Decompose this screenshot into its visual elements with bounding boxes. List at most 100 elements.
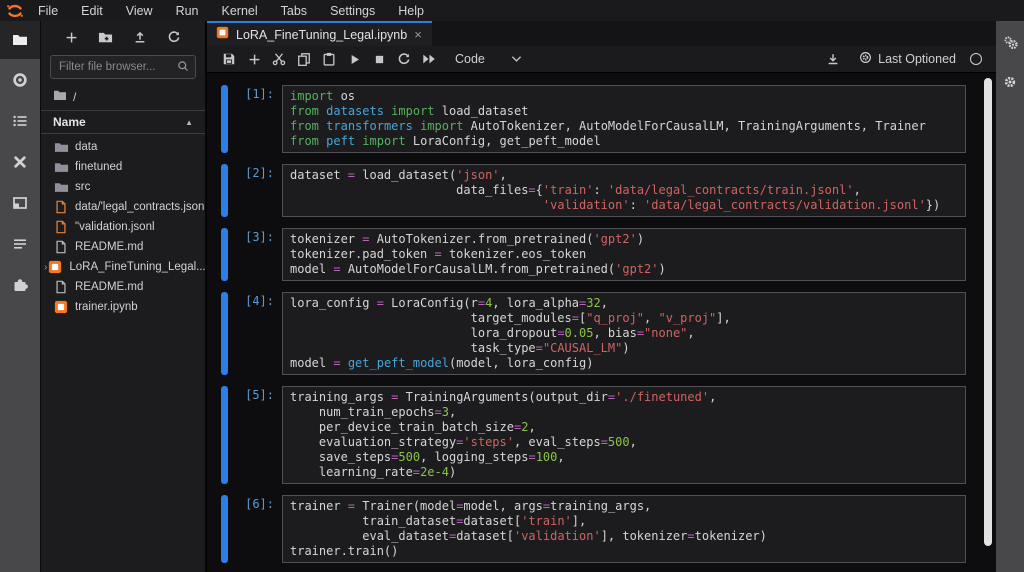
new-folder-button[interactable] [98,30,113,45]
filter-input[interactable] [50,55,196,79]
cell-editor[interactable]: trainer = Trainer(model=model, args=trai… [282,495,966,563]
menu-item-tabs[interactable]: Tabs [273,4,315,18]
code-cell: [4]: lora_config = LoraConfig(r=4, lora_a… [221,292,966,375]
notebook-tools-icon[interactable] [1003,35,1018,55]
run-cell-button[interactable] [342,53,366,66]
menu-item-help[interactable]: Help [390,4,432,18]
sort-ascending-icon: ▲ [185,117,193,127]
cell-editor[interactable]: tokenizer = AutoTokenizer.from_pretraine… [282,228,966,281]
cell-collapser[interactable] [221,85,228,153]
cell-editor[interactable]: dataset = load_dataset('json', data_file… [282,164,966,217]
cell-editor[interactable]: training_args = TrainingArguments(output… [282,386,966,484]
command-palette-icon[interactable] [0,100,40,141]
add-cell-button[interactable] [242,53,266,66]
file-item[interactable]: trainer.ipynb [41,297,205,317]
main-area: / Name ▲ data finetuned src data/'legal_con… [0,21,1024,572]
checkpoint-label: Last Optioned [878,52,956,66]
file-icon [53,239,69,255]
notebook-icon [47,259,63,275]
menu-item-view[interactable]: View [118,4,161,18]
cell-execution-prompt: [5]: [245,388,274,402]
cell-type-dropdown[interactable]: Code [455,52,522,66]
cell-type-value: Code [455,52,485,66]
menu-item-run[interactable]: Run [168,4,207,18]
cell-collapser[interactable] [221,164,228,217]
stop-kernel-button[interactable] [367,53,391,66]
file-name: LoRA_FineTuning_Legal.... [69,261,205,273]
file-name: README.md [75,241,144,253]
code-cell: [1]: import os from datasets import load_… [221,85,966,153]
close-tab-icon[interactable]: × [414,27,422,42]
breadcrumb-path: / [73,89,77,104]
download-button[interactable] [821,52,845,66]
file-name: README.md [75,281,144,293]
cell-collapser[interactable] [221,292,228,375]
checkpoint-status: Last Optioned [859,51,956,67]
folder-item[interactable]: finetuned [41,157,205,177]
folder-item[interactable]: src [41,177,205,197]
cut-cells-button[interactable] [267,52,291,66]
breadcrumb[interactable]: / [41,87,205,110]
code-cell: [5]: training_args = TrainingArguments(ou… [221,386,966,484]
name-column-header[interactable]: Name ▲ [41,110,205,134]
folder-icon [53,139,69,155]
paste-cells-button[interactable] [317,52,341,66]
upload-button[interactable] [133,30,147,44]
file-browser-panel: / Name ▲ data finetuned src data/'legal_con… [40,21,207,572]
cell-execution-prompt: [2]: [245,166,274,180]
file-item[interactable]: README.md [41,237,205,257]
file-name: trainer.ipynb [75,301,138,313]
kernel-status-icon[interactable] [970,53,982,65]
file-orange-icon [53,219,69,235]
notebook-tab[interactable]: LoRA_FineTuning_Legal.ipynb × [207,21,432,46]
notebook-file-icon [216,26,229,44]
save-button[interactable] [217,52,241,66]
table-of-contents-icon[interactable] [0,223,40,264]
folder-item[interactable]: data [41,137,205,157]
file-item[interactable]: › LoRA_FineTuning_Legal.... [41,257,205,277]
cell-collapser[interactable] [221,386,228,484]
name-column-label: Name [53,115,86,129]
code-cell: [3]: tokenizer = AutoTokenizer.from_pretr… [221,228,966,281]
property-inspector-icon[interactable] [0,141,40,182]
vertical-scrollbar[interactable] [984,78,992,546]
home-folder-icon [53,89,67,104]
jupyterlab-window: File Edit View Run Kernel Tabs Settings Help / … [0,0,1024,572]
cell-execution-prompt: [1]: [245,87,274,101]
file-item[interactable]: README.md [41,277,205,297]
search-icon [177,59,189,77]
extensions-icon[interactable] [0,264,40,305]
file-browser-icon[interactable] [0,21,40,59]
cell-editor[interactable]: lora_config = LoraConfig(r=4, lora_alpha… [282,292,966,375]
open-tabs-icon[interactable] [0,182,40,223]
file-name: src [75,181,91,193]
cell-collapser[interactable] [221,228,228,281]
cell-editor[interactable]: import os from datasets import load_data… [282,85,966,153]
refresh-button[interactable] [167,30,181,44]
cell-execution-prompt: [3]: [245,230,274,244]
code-cell: [6]: trainer = Trainer(model=model, args=… [221,495,966,563]
restart-kernel-button[interactable] [392,52,416,66]
file-name: data/'legal_contracts.jsonl [75,201,205,213]
menu-item-edit[interactable]: Edit [73,4,111,18]
copy-cells-button[interactable] [292,52,316,66]
checkpoint-icon [859,51,872,67]
cell-execution-prompt: [6]: [245,497,274,511]
file-item[interactable]: data/'legal_contracts.jsonl [41,197,205,217]
jupyter-logo-icon [0,3,30,19]
menu-item-file[interactable]: File [30,4,66,18]
new-launcher-button[interactable] [65,31,78,44]
file-name: data [75,141,98,153]
code-cell: [2]: dataset = load_dataset('json', data_… [221,164,966,217]
file-item[interactable]: "validation.jsonl [41,217,205,237]
menu-item-settings[interactable]: Settings [322,4,383,18]
notebook-panel: LoRA_FineTuning_Legal.ipynb × Code Last … [207,21,996,572]
folder-icon [53,179,69,195]
menu-item-kernel[interactable]: Kernel [214,4,266,18]
file-browser-toolbar [41,21,205,53]
notebook-toolbar: Code Last Optioned [207,46,996,73]
cell-collapser[interactable] [221,495,228,563]
running-kernels-icon[interactable] [0,59,40,100]
run-all-button[interactable] [417,52,441,66]
settings-gear-icon[interactable] [1003,75,1017,94]
